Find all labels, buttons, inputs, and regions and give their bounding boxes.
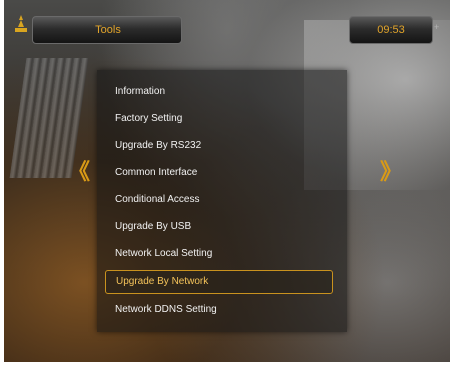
double-chevron-right-icon[interactable]: 》: [380, 154, 402, 186]
clock-extra-indicator: +: [434, 22, 440, 32]
antenna-logo-icon: [12, 14, 30, 36]
menu-item-conditional-access[interactable]: Conditional Access: [105, 188, 333, 212]
menu-item-upgrade-by-usb[interactable]: Upgrade By USB: [105, 215, 333, 239]
clock-time: 09:53: [377, 24, 405, 36]
menu-item-upgrade-by-network[interactable]: Upgrade By Network: [105, 270, 333, 294]
menu-item-network-local-setting[interactable]: Network Local Setting: [105, 242, 333, 266]
tools-menu: Information Factory Setting Upgrade By R…: [97, 70, 347, 332]
title-bar: Tools: [32, 16, 182, 44]
page-title: Tools: [95, 24, 121, 36]
menu-item-common-interface[interactable]: Common Interface: [105, 161, 333, 185]
tv-screen: Tools 09:53 + 《 》 Information Factory Se…: [4, 0, 450, 362]
menu-item-information[interactable]: Information: [105, 80, 333, 104]
double-chevron-left-icon[interactable]: 《: [68, 154, 90, 186]
clock-bar: 09:53: [349, 16, 433, 44]
menu-item-factory-setting[interactable]: Factory Setting: [105, 107, 333, 131]
menu-item-upgrade-by-rs232[interactable]: Upgrade By RS232: [105, 134, 333, 158]
menu-item-network-ddns-setting[interactable]: Network DDNS Setting: [105, 298, 333, 322]
